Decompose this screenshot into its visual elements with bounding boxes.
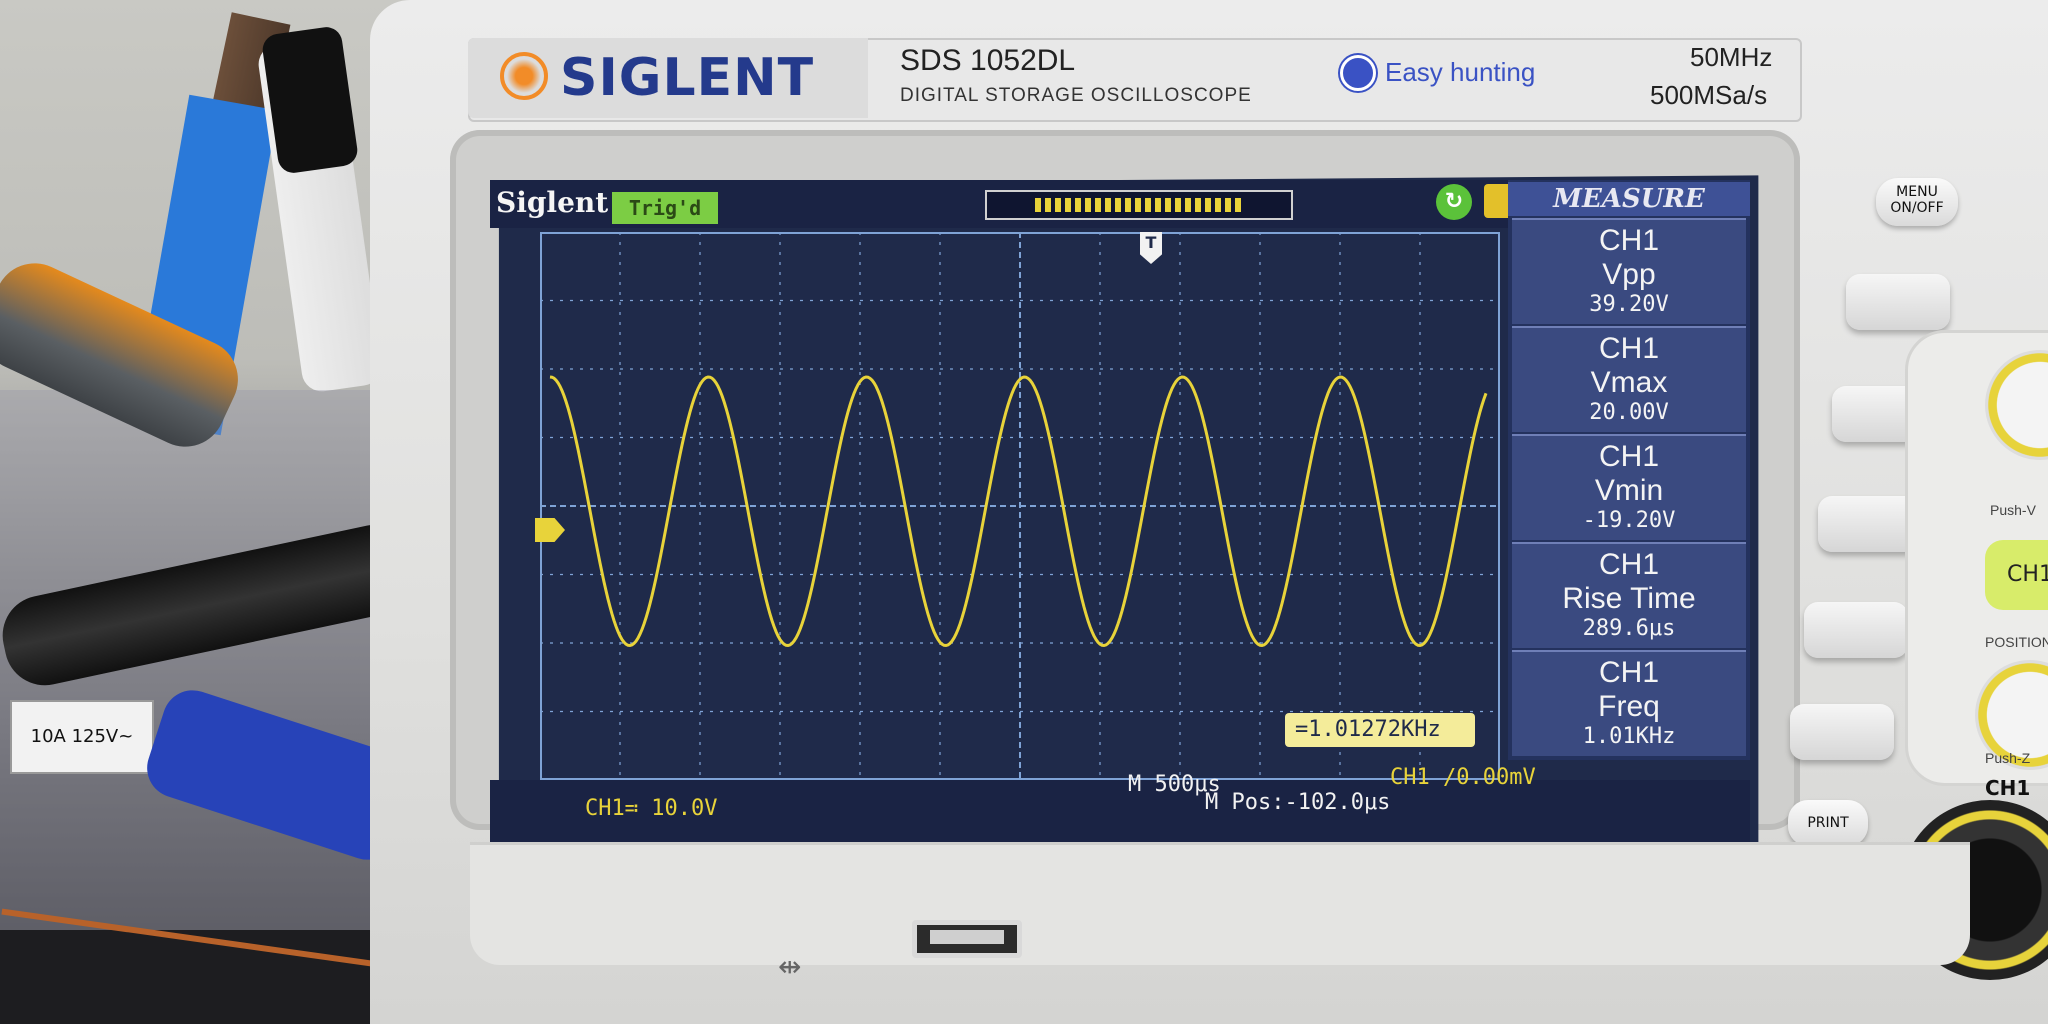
frequency-counter: =1.01272KHz <box>1285 713 1475 747</box>
siglent-logo-icon <box>500 52 548 100</box>
menu-on-off-button[interactable]: MENU ON/OFF <box>1876 178 1958 226</box>
measure-value: 289.6μs <box>1582 616 1676 641</box>
measure-channel: CH1 <box>1598 224 1659 257</box>
measure-freq[interactable]: CH1 Freq 1.01KHz <box>1512 650 1746 756</box>
horizontal-position-readout: M Pos:-102.0μs <box>1205 790 1391 815</box>
feature-label: Easy hunting <box>1385 57 1536 87</box>
measure-vpp[interactable]: CH1 Vpp 39.20V <box>1512 218 1746 324</box>
measure-name: Vpp <box>1602 258 1656 291</box>
ch1-volts-div: CH1≕ 10.0V <box>585 796 718 821</box>
screen-brand: Siglent <box>496 186 609 219</box>
measure-channel: CH1 <box>1598 656 1659 689</box>
measure-vmin[interactable]: CH1 Vmin -19.20V <box>1512 434 1746 540</box>
model-subtitle: DIGITAL STORAGE OSCILLOSCOPE <box>900 85 1252 106</box>
measure-channel: CH1 <box>1598 440 1659 473</box>
measure-value: 39.20V <box>1589 292 1669 317</box>
cable-tag: 10A 125V~ <box>10 700 154 774</box>
print-button[interactable]: PRINT <box>1788 800 1868 846</box>
bandwidth-label: 50MHz <box>1690 42 1773 72</box>
push-v-label: Push-V <box>1990 502 2036 518</box>
measure-rise-time[interactable]: CH1 Rise Time 289.6μs <box>1512 542 1746 648</box>
measure-name: Freq <box>1598 690 1660 723</box>
ch1-input-label: CH1 <box>1985 776 2031 800</box>
measure-name: Vmax <box>1590 366 1668 399</box>
trigger-level-readout: CH1 ∕0.00mV <box>1390 765 1536 790</box>
measure-channel: CH1 <box>1598 548 1659 581</box>
measure-value: 20.00V <box>1589 400 1669 425</box>
brand-logo: SIGLENT <box>560 48 815 108</box>
lower-chassis <box>470 842 1970 965</box>
measure-value: 1.01KHz <box>1582 724 1676 749</box>
model-name: SDS 1052DL <box>900 44 1076 77</box>
softkey-1[interactable] <box>1846 274 1950 330</box>
push-z-label: Push-Z <box>1985 750 2031 766</box>
position-label: POSITION <box>1985 634 2048 650</box>
measure-name: Rise Time <box>1562 582 1696 615</box>
waveform-trace <box>549 375 1488 648</box>
crosshair-icon <box>1340 55 1376 91</box>
usb-slot <box>930 930 1004 944</box>
recycle-icon: ↻ <box>1436 184 1472 220</box>
measure-title: MEASURE <box>1508 182 1750 216</box>
softkey-5[interactable] <box>1790 704 1894 760</box>
measure-channel: CH1 <box>1598 332 1659 365</box>
ch1-waveform <box>549 375 1488 648</box>
sample-rate-label: 500MSa/s <box>1650 80 1768 110</box>
measure-name: Vmin <box>1594 474 1664 507</box>
usb-icon: ⇹ <box>778 950 802 983</box>
ch1-button[interactable]: CH1 <box>1985 540 2048 610</box>
measure-value: -19.20V <box>1582 508 1676 533</box>
memory-window <box>1035 198 1245 212</box>
measure-vmax[interactable]: CH1 Vmax 20.00V <box>1512 326 1746 432</box>
softkey-4[interactable] <box>1804 602 1908 658</box>
trigger-status-badge: Trig'd <box>612 192 718 224</box>
